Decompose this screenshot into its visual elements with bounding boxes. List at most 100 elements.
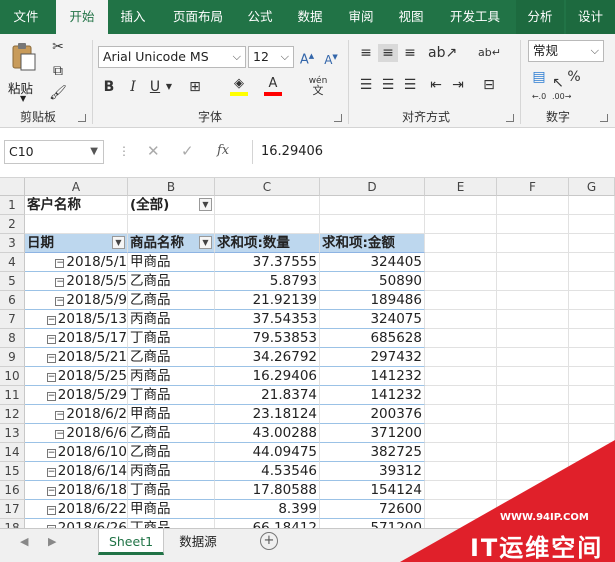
add-sheet-icon[interactable]: + — [260, 532, 278, 550]
quantity-cell[interactable]: 43.00288 — [215, 424, 320, 443]
product-cell[interactable]: 甲商品 — [128, 405, 215, 424]
product-cell[interactable]: 乙商品 — [128, 291, 215, 310]
copy-icon[interactable]: ⧉ — [48, 62, 68, 80]
number-format-select[interactable]: 常规 ⌵ — [528, 40, 604, 62]
row-header[interactable]: 2 — [0, 215, 25, 234]
merge-cells-icon[interactable]: ⊟ — [478, 76, 500, 94]
grid-cell[interactable] — [425, 234, 497, 253]
orientation-icon[interactable]: ab↗ — [428, 44, 457, 62]
sheet-tab-sheet1[interactable]: Sheet1 — [98, 529, 164, 555]
product-cell[interactable]: 丙商品 — [128, 310, 215, 329]
grid-cell[interactable] — [497, 348, 569, 367]
quantity-cell[interactable]: 16.29406 — [215, 367, 320, 386]
product-cell[interactable]: 丁商品 — [128, 481, 215, 500]
grid-cell[interactable] — [569, 215, 615, 234]
collapse-icon[interactable]: − — [46, 487, 56, 496]
row-header[interactable]: 14 — [0, 443, 25, 462]
tab-design[interactable]: 设计 — [566, 0, 615, 34]
grid-cell[interactable] — [425, 348, 497, 367]
drag-handle-icon[interactable]: ⋮ — [118, 144, 130, 158]
quantity-cell[interactable]: 37.37555 — [215, 253, 320, 272]
grid-cell[interactable] — [215, 215, 320, 234]
product-cell[interactable]: 乙商品 — [128, 272, 215, 291]
decrease-indent-icon[interactable]: ⇤ — [426, 76, 446, 94]
tab-analyze[interactable]: 分析 — [516, 0, 564, 34]
percent-button[interactable]: % — [566, 68, 582, 86]
collapse-icon[interactable]: − — [46, 354, 56, 363]
quantity-cell[interactable]: 21.92139 — [215, 291, 320, 310]
amount-cell[interactable]: 200376 — [320, 405, 425, 424]
font-name-select[interactable]: Arial Unicode MS ⌵ — [98, 46, 246, 68]
date-cell[interactable]: −2018/5/25 — [25, 367, 128, 386]
grid-cell[interactable] — [497, 386, 569, 405]
date-cell[interactable]: −2018/5/13 — [25, 310, 128, 329]
column-header-g[interactable]: G — [569, 178, 615, 196]
filter-value-cell[interactable]: (全部) ▼ — [128, 196, 215, 215]
amount-cell[interactable]: 50890 — [320, 272, 425, 291]
pivot-header-0[interactable]: 日期 ▼ — [25, 234, 128, 253]
row-header[interactable]: 15 — [0, 462, 25, 481]
grid-cell[interactable] — [425, 196, 497, 215]
tab-formulas[interactable]: 公式 — [240, 0, 280, 34]
border-icon[interactable]: ⊞ — [186, 78, 204, 96]
sheet-tab-data-source[interactable]: 数据源 — [170, 529, 226, 555]
grid-cell[interactable] — [25, 215, 128, 234]
grid-cell[interactable] — [425, 405, 497, 424]
pivot-header-1[interactable]: 商品名称 ▼ — [128, 234, 215, 253]
clipboard-launcher-icon[interactable] — [78, 114, 86, 122]
date-cell[interactable]: −2018/6/6 — [25, 424, 128, 443]
amount-cell[interactable]: 141232 — [320, 386, 425, 405]
number-launcher-icon[interactable] — [600, 114, 608, 122]
collapse-icon[interactable]: − — [55, 259, 65, 268]
grid-cell[interactable] — [569, 386, 615, 405]
grid-cell[interactable] — [425, 310, 497, 329]
collapse-icon[interactable]: − — [55, 297, 65, 306]
quantity-cell[interactable]: 21.8374 — [215, 386, 320, 405]
quantity-cell[interactable]: 44.09475 — [215, 443, 320, 462]
product-cell[interactable]: 丁商品 — [128, 386, 215, 405]
row-header[interactable]: 11 — [0, 386, 25, 405]
insert-function-button[interactable]: fx — [217, 143, 229, 158]
grid-cell[interactable] — [425, 329, 497, 348]
column-header-b[interactable]: B — [128, 178, 215, 196]
filter-dropdown-icon[interactable]: ▼ — [199, 198, 212, 211]
row-header[interactable]: 18 — [0, 519, 25, 528]
quantity-cell[interactable]: 23.18124 — [215, 405, 320, 424]
row-header[interactable]: 9 — [0, 348, 25, 367]
grid-cell[interactable] — [569, 367, 615, 386]
tab-developer[interactable]: 开发工具 — [440, 0, 510, 34]
product-cell[interactable]: 丁商品 — [128, 329, 215, 348]
amount-cell[interactable]: 297432 — [320, 348, 425, 367]
grid-cell[interactable] — [497, 253, 569, 272]
date-cell[interactable]: −2018/6/22 — [25, 500, 128, 519]
underline-button[interactable]: U — [148, 78, 162, 96]
date-cell[interactable]: −2018/5/5 — [25, 272, 128, 291]
format-painter-icon[interactable]: 🖌 — [48, 84, 68, 102]
row-header[interactable]: 1 — [0, 196, 25, 215]
product-cell[interactable]: 乙商品 — [128, 348, 215, 367]
align-bottom-icon[interactable]: ≡ — [400, 44, 420, 62]
grid-cell[interactable] — [425, 253, 497, 272]
date-cell[interactable]: −2018/5/1 — [25, 253, 128, 272]
date-cell[interactable]: −2018/6/26 — [25, 519, 128, 528]
paste-button[interactable]: 粘贴 ▼ — [6, 40, 42, 104]
collapse-icon[interactable]: − — [46, 449, 56, 458]
product-cell[interactable]: 甲商品 — [128, 500, 215, 519]
column-header-e[interactable]: E — [425, 178, 497, 196]
grid-cell[interactable] — [497, 367, 569, 386]
quantity-cell[interactable]: 8.399 — [215, 500, 320, 519]
decrease-font-icon[interactable]: A▼ — [322, 48, 340, 69]
grid-cell[interactable] — [569, 310, 615, 329]
grid-cell[interactable] — [497, 405, 569, 424]
grid-cell[interactable] — [569, 329, 615, 348]
align-center-icon[interactable]: ☰ — [378, 76, 398, 94]
formula-input[interactable]: 16.29406 — [252, 140, 612, 164]
filter-label[interactable]: 客户名称 — [25, 196, 128, 215]
tab-home[interactable]: 开始 — [56, 0, 108, 34]
amount-cell[interactable]: 141232 — [320, 367, 425, 386]
grid-cell[interactable] — [569, 405, 615, 424]
name-box[interactable]: C10 ▼ — [4, 140, 104, 164]
quantity-cell[interactable]: 17.80588 — [215, 481, 320, 500]
column-header-c[interactable]: C — [215, 178, 320, 196]
grid-cell[interactable] — [320, 196, 425, 215]
